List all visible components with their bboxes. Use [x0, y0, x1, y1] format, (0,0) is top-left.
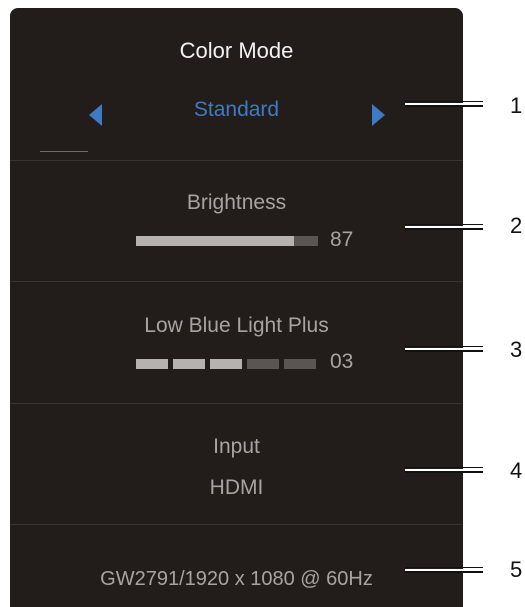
- callout-line: [405, 467, 483, 473]
- divider: [10, 403, 463, 404]
- callout-number: 2: [510, 213, 523, 238]
- callout-line: [405, 346, 483, 352]
- callout-number: 5: [510, 557, 523, 582]
- input-label: Input: [213, 435, 260, 458]
- osd-menu: Color Mode Standard Brightness 87 Low Bl…: [10, 8, 463, 607]
- input-value[interactable]: HDMI: [10, 476, 463, 500]
- level-segment: [136, 359, 168, 369]
- low-blue-light-label: Low Blue Light Plus: [144, 314, 329, 337]
- callout-line: [405, 101, 483, 107]
- callout-line: [405, 224, 483, 230]
- callout-number: 4: [510, 458, 523, 483]
- brightness-slider-fill: [136, 236, 294, 246]
- callout-number: 1: [510, 93, 523, 118]
- model-resolution-info: GW2791/1920 x 1080 @ 60Hz: [100, 568, 373, 590]
- level-segment: [210, 359, 242, 369]
- callout-line: [405, 567, 483, 573]
- callout-number: 3: [510, 337, 523, 362]
- brightness-label: Brightness: [186, 191, 287, 214]
- divider: [10, 160, 463, 161]
- divider: [10, 524, 463, 525]
- color-mode-value[interactable]: Standard: [10, 98, 463, 122]
- level-segment: [173, 359, 205, 369]
- brightness-value: 87: [330, 228, 354, 251]
- color-mode-title: Color Mode: [179, 38, 294, 63]
- selection-indicator: [40, 151, 88, 152]
- triangle-right-icon[interactable]: [372, 104, 385, 126]
- level-segment: [284, 359, 316, 369]
- brightness-slider[interactable]: [136, 236, 318, 246]
- low-blue-light-value: 03: [330, 350, 354, 373]
- level-segment: [247, 359, 279, 369]
- divider: [10, 281, 463, 282]
